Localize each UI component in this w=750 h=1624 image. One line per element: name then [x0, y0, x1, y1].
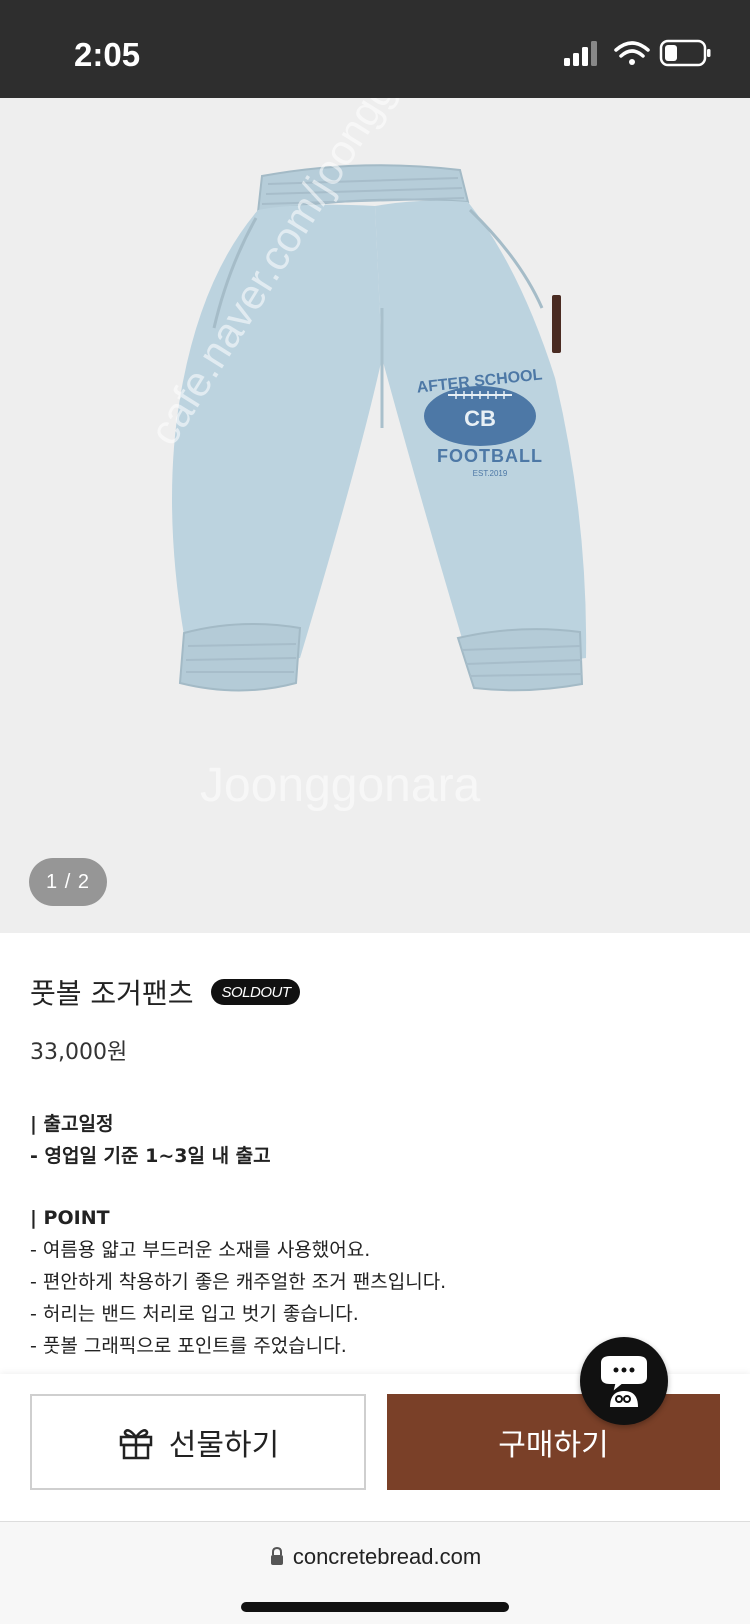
svg-text:EST.2019: EST.2019	[473, 469, 508, 478]
chat-button[interactable]	[580, 1337, 668, 1425]
chat-character-icon	[599, 1354, 649, 1407]
battery-icon	[659, 39, 711, 67]
svg-text:CB: CB	[464, 406, 496, 431]
url-display[interactable]: concretebread.com	[0, 1544, 750, 1570]
shipping-line: - 영업일 기준 1~3일 내 출고	[30, 1145, 271, 1167]
cellular-signal-icon	[564, 41, 597, 66]
status-bar: 2:05	[0, 0, 750, 98]
point-line: - 여름용 얇고 부드러운 소재를 사용했어요.	[30, 1239, 371, 1261]
point-line: - 허리는 밴드 처리로 입고 벗기 좋습니다.	[30, 1303, 359, 1325]
browser-url-bar[interactable]: concretebread.com	[0, 1521, 750, 1624]
home-indicator[interactable]	[241, 1602, 509, 1612]
image-counter: 1 / 2	[29, 858, 107, 906]
lock-icon	[270, 1546, 283, 1565]
shipping-heading: | 출고일정	[30, 1113, 114, 1135]
svg-text:FOOTBALL: FOOTBALL	[437, 446, 543, 466]
product-title: 풋볼 조거팬츠	[30, 977, 194, 1010]
soldout-badge: SOLDOUT	[211, 979, 301, 1005]
product-price: 33,000원	[30, 1040, 128, 1065]
url-text: concretebread.com	[292, 1544, 482, 1569]
product-info: 풋볼 조거팬츠 SOLDOUT 33,000원	[30, 972, 720, 1066]
product-image-carousel[interactable]: AFTER SCHOOL CB FOOTBALL EST.2019 cafe.n…	[0, 98, 750, 933]
title-row: 풋볼 조거팬츠 SOLDOUT	[30, 972, 720, 1012]
watermark-logo: Joonggonara	[200, 759, 481, 812]
buy-button[interactable]: 구매하기	[387, 1394, 720, 1490]
gift-icon	[119, 1429, 153, 1460]
point-line: - 편안하게 착용하기 좋은 캐주얼한 조거 팬츠입니다.	[30, 1271, 447, 1293]
point-heading: | POINT	[30, 1207, 110, 1229]
product-details: | 출고일정 - 영업일 기준 1~3일 내 출고 | POINT - 여름용 …	[30, 1108, 720, 1362]
status-time: 2:05	[74, 36, 141, 73]
gift-button[interactable]: 선물하기	[30, 1394, 366, 1490]
status-icons	[564, 38, 714, 78]
buy-button-label: 구매하기	[498, 1428, 609, 1463]
gift-button-label: 선물하기	[168, 1428, 280, 1463]
wifi-icon	[614, 41, 650, 65]
